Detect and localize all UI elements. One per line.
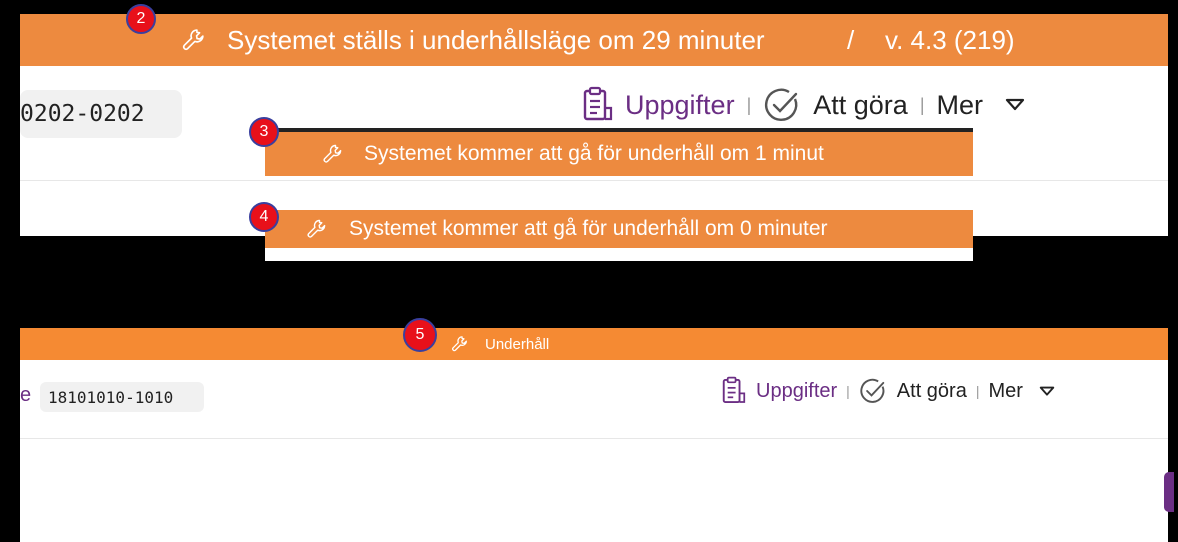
todo-link[interactable]: Att göra xyxy=(813,90,908,121)
chevron-down-icon[interactable] xyxy=(1039,386,1055,397)
tasks-link[interactable]: Uppgifter xyxy=(625,90,735,121)
maintenance-label: Underhåll xyxy=(485,336,550,353)
wrench-icon xyxy=(450,334,470,358)
side-handle[interactable] xyxy=(1164,472,1174,512)
nav-separator: | xyxy=(975,383,980,399)
maintenance-countdown-banner: Systemet ställs i underhållsläge om 29 m… xyxy=(20,14,1168,66)
step-badge-2: 2 xyxy=(126,4,156,34)
top-nav: Uppgifter | Att göra | Mer xyxy=(583,82,1025,128)
panel-bottom xyxy=(20,328,1168,542)
wrench-icon xyxy=(180,26,208,61)
bottom-nav: Uppgifter | Att göra | Mer xyxy=(722,374,1055,408)
personal-id-pill: 0202-0202 xyxy=(20,90,182,138)
nav-separator: | xyxy=(846,383,850,399)
clipboard-icon[interactable] xyxy=(722,376,746,406)
more-menu[interactable]: Mer xyxy=(937,90,984,121)
wrench-icon xyxy=(321,142,345,172)
personal-id-value: 18101010-1010 xyxy=(48,387,174,407)
banner-text: Systemet ställs i underhållsläge om 29 m… xyxy=(227,25,765,55)
nav-separator: | xyxy=(919,94,925,115)
check-circle-icon[interactable] xyxy=(763,86,801,124)
version-label: v. 4.3 (219) xyxy=(885,25,1015,55)
step-badge-4: 4 xyxy=(249,202,279,232)
step-badge-3: 3 xyxy=(249,117,279,147)
banner-separator: / xyxy=(847,25,855,55)
wrench-icon xyxy=(305,217,329,247)
personal-id-value: 0202-0202 xyxy=(20,101,145,127)
header-divider xyxy=(20,438,1168,439)
personal-id-pill: 18101010-1010 xyxy=(40,382,204,412)
step-badge-5: 5 xyxy=(403,318,437,352)
banner-3-text: Systemet kommer att gå för underhåll om … xyxy=(364,142,824,165)
id-prefix: e xyxy=(20,384,32,406)
more-menu[interactable]: Mer xyxy=(988,380,1022,403)
tasks-link[interactable]: Uppgifter xyxy=(756,380,837,403)
check-circle-icon[interactable] xyxy=(859,377,887,405)
maintenance-active-banner: Underhåll xyxy=(20,328,1168,360)
nav-separator: | xyxy=(746,94,752,115)
one-minute-warning-banner: Systemet kommer att gå för underhåll om … xyxy=(265,132,973,176)
todo-link[interactable]: Att göra xyxy=(897,380,967,403)
header-divider xyxy=(20,180,1168,181)
clipboard-icon[interactable] xyxy=(583,86,613,124)
chevron-down-icon[interactable] xyxy=(1005,98,1025,112)
zero-minute-warning-banner: Systemet kommer att gå för underhåll om … xyxy=(265,210,973,248)
banner-4-text: Systemet kommer att gå för underhåll om … xyxy=(349,217,828,240)
